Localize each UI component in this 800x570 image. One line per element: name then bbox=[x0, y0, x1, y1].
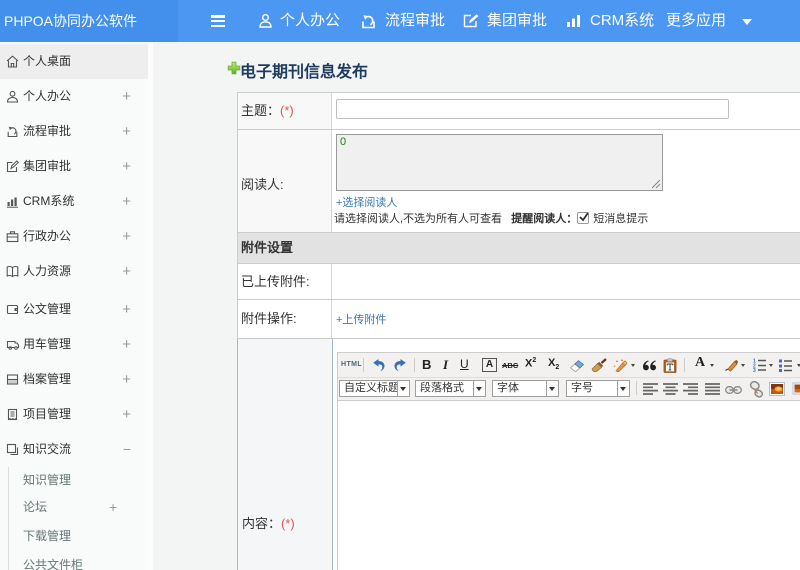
svg-text:3: 3 bbox=[753, 368, 756, 372]
